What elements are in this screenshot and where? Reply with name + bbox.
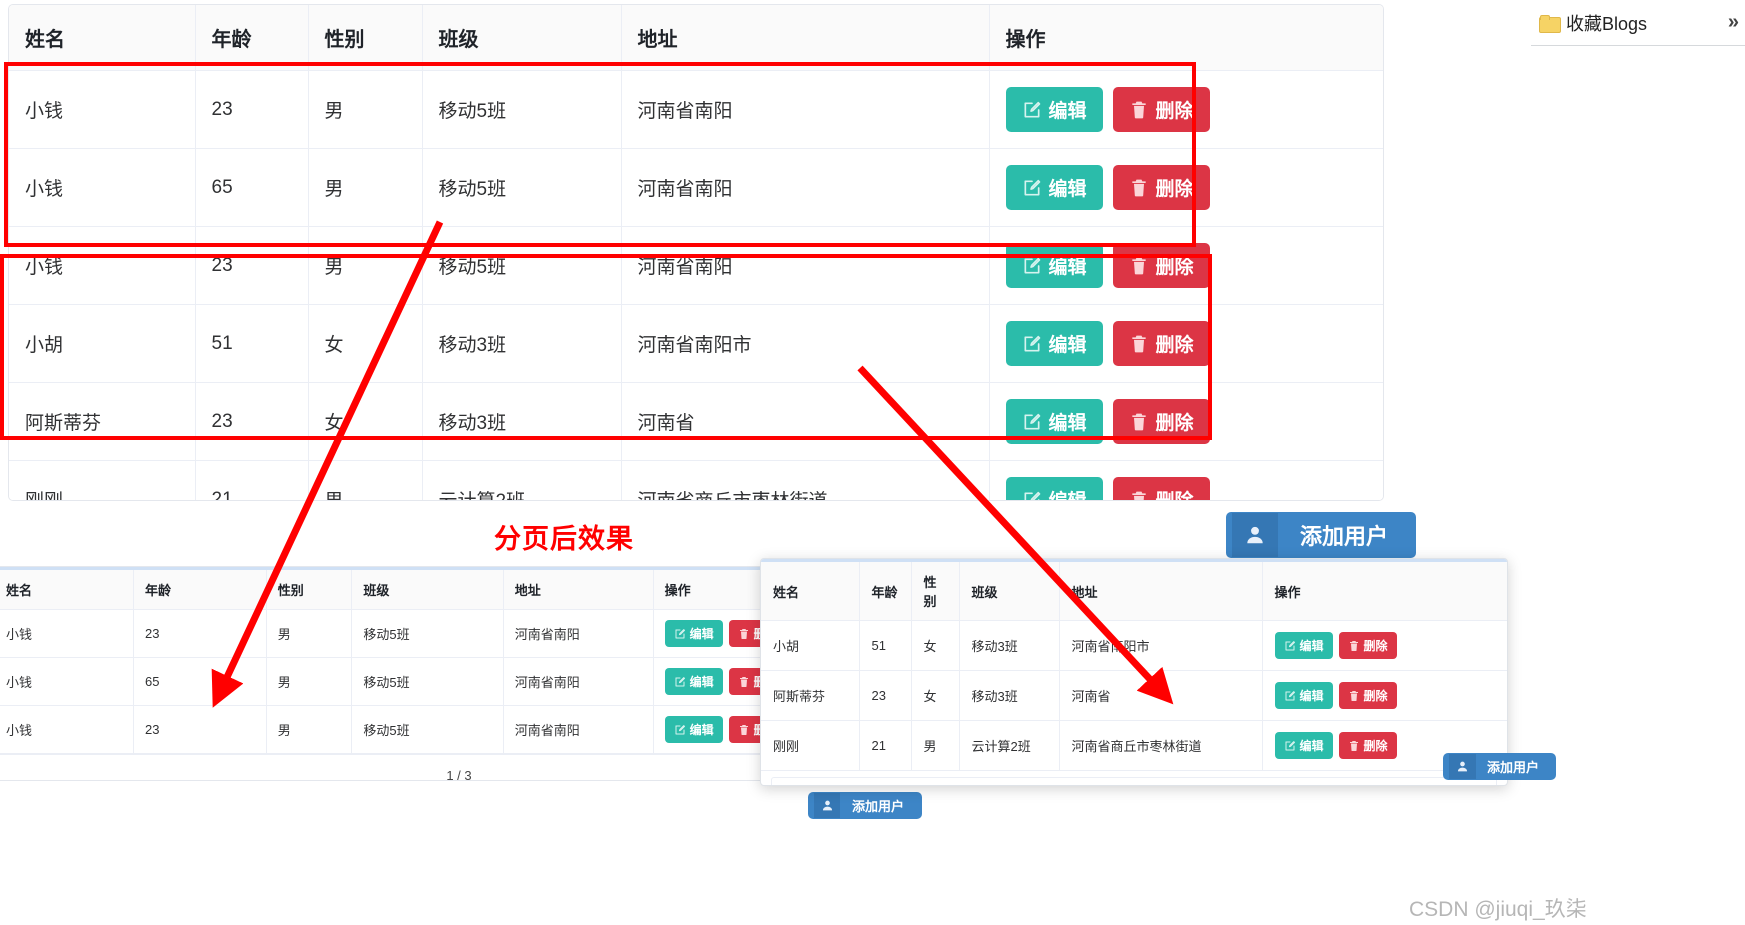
watermark: CSDN @jiuqi_玖柒 (1409, 898, 1587, 921)
screenshot-root: 收藏Blogs » 姓名 年龄 性别 班级 地址 操作 小钱 23 男移动5班 河南省… (0, 0, 1745, 925)
annotation-arrows (211, 220, 1174, 708)
